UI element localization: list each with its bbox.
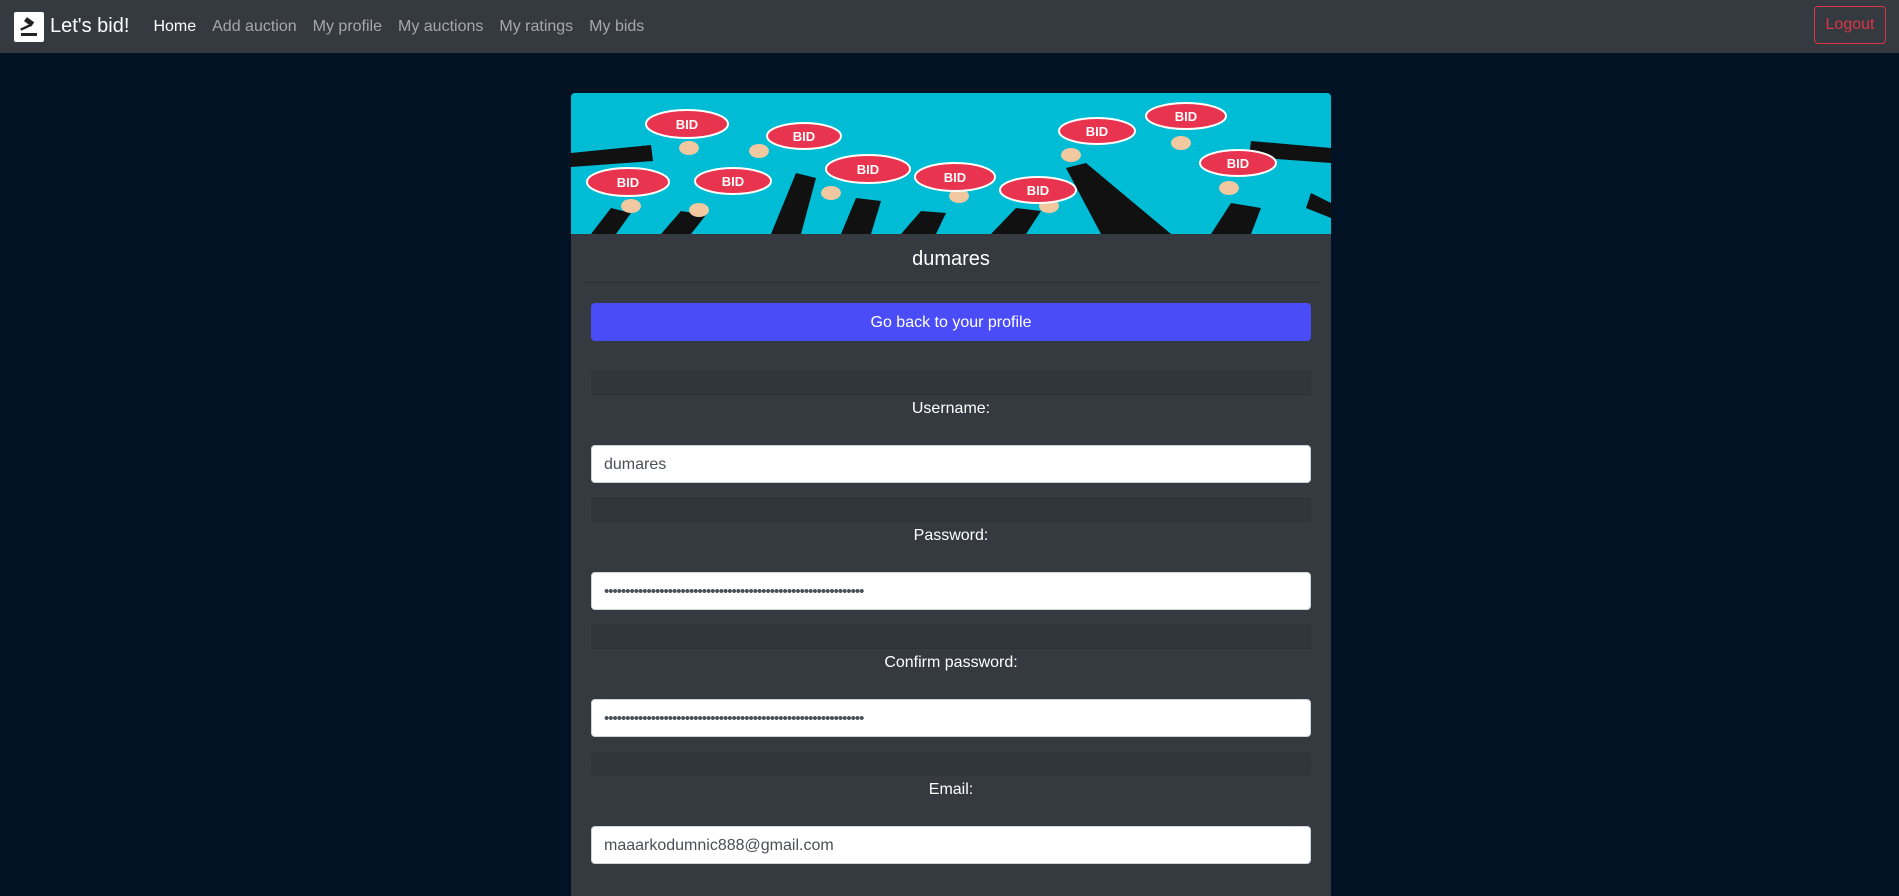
banner-sign-text-4: BID xyxy=(722,174,744,189)
banner-sign-text-1: BID xyxy=(676,117,698,132)
auction-banner-image: BID BID BID BID BID BID BID BID BID BID xyxy=(571,93,1331,234)
password-label: Password: xyxy=(913,527,989,544)
password-group: Password: ••••••••••••••••••••••••••••••… xyxy=(591,498,1311,610)
nav-my-bids[interactable]: My bids xyxy=(589,18,644,36)
banner-sign-text-8: BID xyxy=(1086,124,1108,139)
nav-links: Home Add auction My profile My auctions … xyxy=(153,18,660,36)
group-divider xyxy=(591,625,1311,649)
logout-button[interactable]: Logout xyxy=(1814,6,1886,44)
brand-title: Let's bid! xyxy=(50,15,130,37)
email-label: Email: xyxy=(928,781,974,798)
nav-my-auctions[interactable]: My auctions xyxy=(398,18,483,36)
gavel-icon xyxy=(14,11,44,42)
group-divider xyxy=(591,498,1311,522)
username-input[interactable]: dumares xyxy=(591,445,1311,483)
banner-sign-text-6: BID xyxy=(944,170,966,185)
email-group: Email: maaarkodumnic888@gmail.com xyxy=(591,752,1311,864)
profile-edit-card: BID BID BID BID BID BID BID BID BID BID … xyxy=(571,93,1331,896)
confirm-password-label: Confirm password: xyxy=(884,654,1018,671)
nav-home[interactable]: Home xyxy=(153,18,196,36)
password-input[interactable]: ••••••••••••••••••••••••••••••••••••••••… xyxy=(591,572,1311,610)
nav-my-profile[interactable]: My profile xyxy=(313,18,382,36)
banner-sign-text-10: BID xyxy=(1227,156,1249,171)
group-divider xyxy=(591,752,1311,776)
banner-sign-text-7: BID xyxy=(1027,183,1049,198)
banner-sign-text-2: BID xyxy=(793,129,815,144)
banner-sign-text-5: BID xyxy=(857,162,879,177)
username-label: Username: xyxy=(911,400,991,417)
group-divider xyxy=(591,371,1311,395)
confirm-password-input[interactable]: ••••••••••••••••••••••••••••••••••••••••… xyxy=(591,699,1311,737)
go-back-to-profile-button[interactable]: Go back to your profile xyxy=(591,303,1311,341)
banner-sign-text-9: BID xyxy=(1175,109,1197,124)
brand[interactable]: Let's bid! xyxy=(14,11,130,42)
nav-my-ratings[interactable]: My ratings xyxy=(499,18,573,36)
nav-add-auction[interactable]: Add auction xyxy=(212,18,297,36)
confirm-password-group: Confirm password: ••••••••••••••••••••••… xyxy=(591,625,1311,737)
username-group: Username: dumares xyxy=(591,371,1311,483)
banner-sign-text-3: BID xyxy=(617,175,639,190)
profile-username-title: dumares xyxy=(581,234,1321,283)
email-input[interactable]: maaarkodumnic888@gmail.com xyxy=(591,826,1311,864)
navbar: Let's bid! Home Add auction My profile M… xyxy=(0,0,1899,53)
